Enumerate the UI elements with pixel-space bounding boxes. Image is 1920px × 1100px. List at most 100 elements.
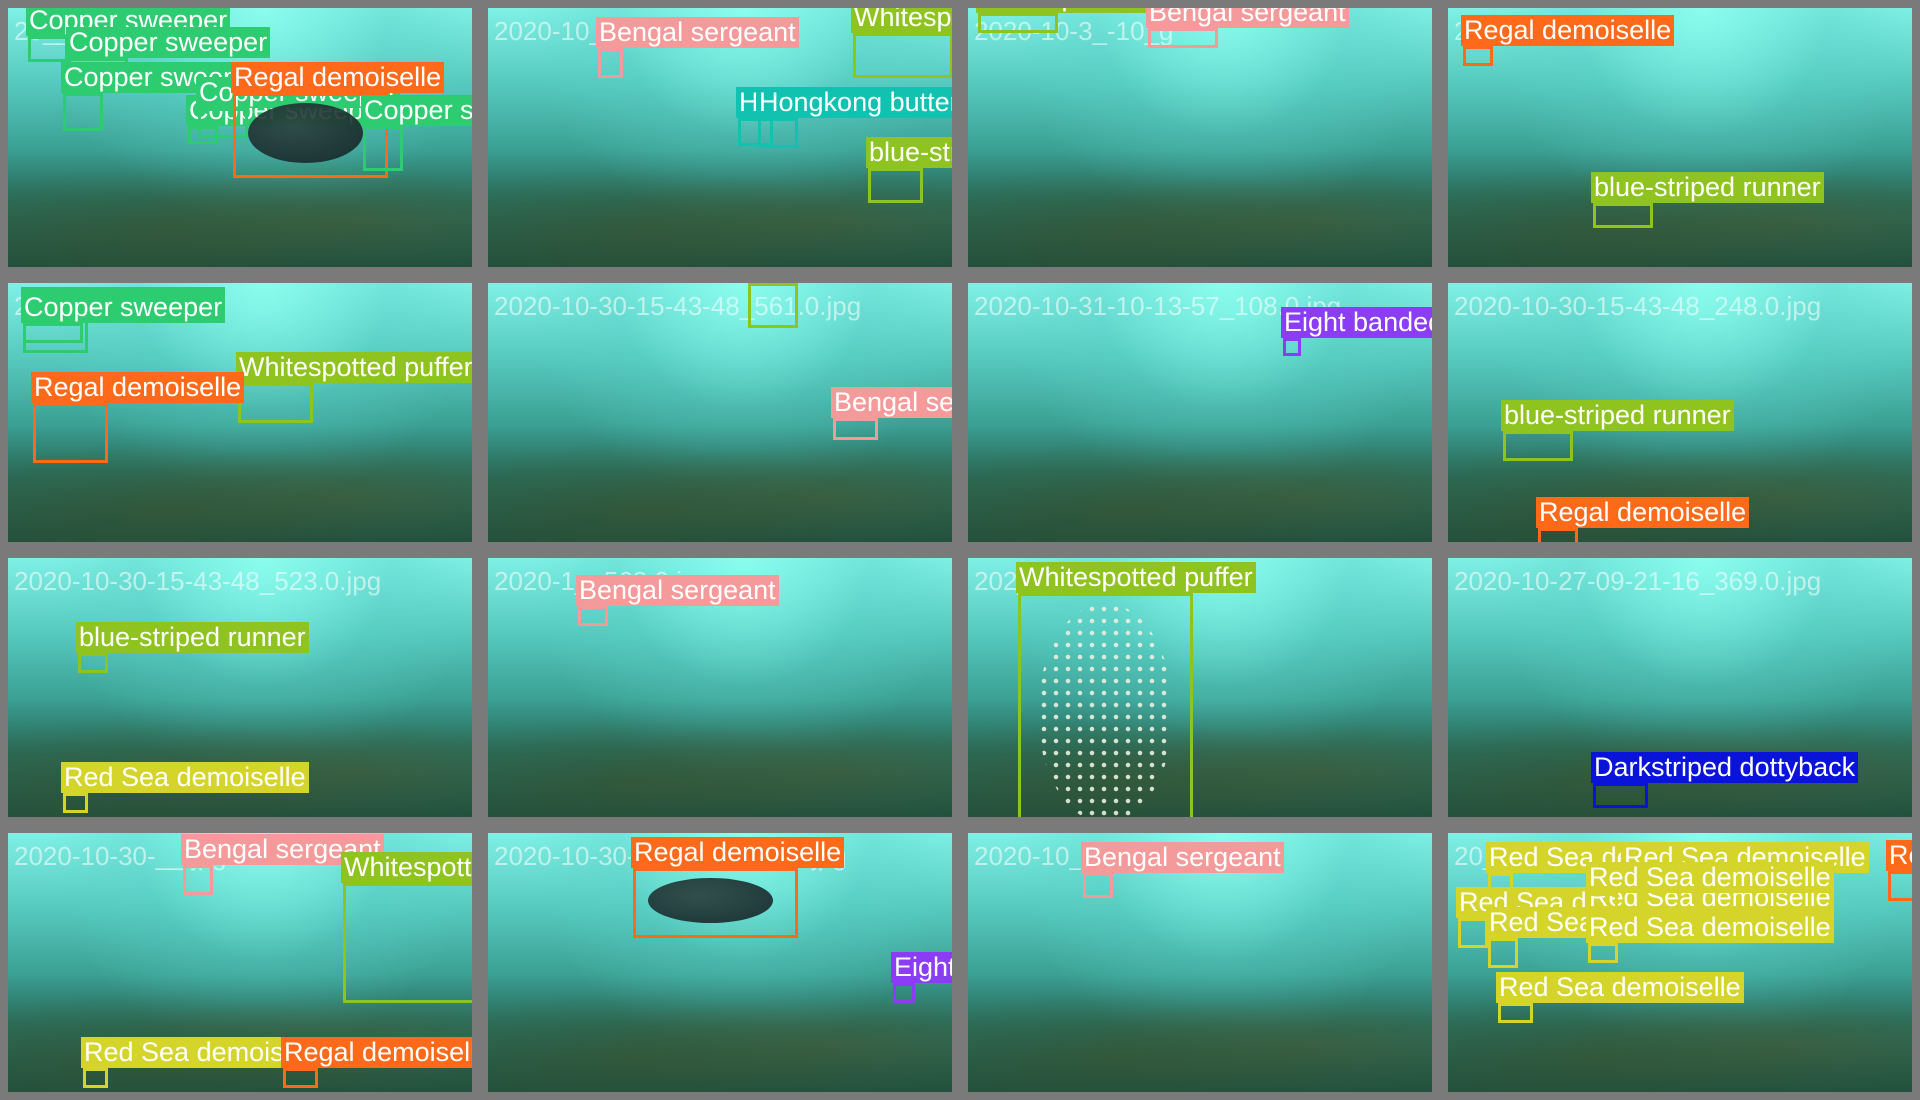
- bounding-box: [893, 983, 915, 1003]
- bounding-box: [1488, 938, 1518, 968]
- detection: Copper sweeper: [21, 292, 226, 343]
- bounding-box: [1588, 893, 1618, 913]
- detection: blue-striped runner: [1591, 172, 1824, 228]
- reef-background: [968, 150, 1432, 267]
- detection: Regal demoiselle: [31, 372, 245, 463]
- detection-label: Darkstriped dottyback: [1591, 752, 1859, 783]
- detection-label: blue-striped runner: [1501, 400, 1734, 431]
- bounding-box: [63, 793, 88, 813]
- detection: Bengal sergeant: [1081, 842, 1284, 898]
- bounding-box: [78, 653, 108, 673]
- bounding-box: [238, 383, 313, 423]
- bounding-box: [363, 126, 403, 171]
- detection-label: Red Sea demoiselle: [1496, 972, 1744, 1003]
- detection-label: Regal demoiselle: [631, 837, 845, 868]
- detection: Red Sea demoiselle: [1486, 907, 1734, 968]
- detection-label: blue-striped runner: [1591, 172, 1824, 203]
- bounding-box: [758, 118, 798, 148]
- bounding-box: [23, 323, 83, 343]
- bounding-box: [1888, 871, 1912, 901]
- detection: Red Sea demoiselle: [81, 1037, 329, 1088]
- detection: Regal demoiselle: [1886, 840, 1912, 901]
- image-filename: 2020-10-30-15-43-48_248.0.jpg: [1454, 291, 1822, 321]
- detection-label: Copper sweeper: [361, 95, 472, 126]
- detection: Regal demoiselle: [281, 1037, 472, 1088]
- detection: Whitespotted puffer: [341, 852, 472, 1003]
- bounding-box: [1458, 918, 1488, 948]
- detection-label: Copper sweeper: [21, 292, 226, 323]
- image-tile: 2020-10__8.0.jpg Bengal sergeant: [960, 825, 1440, 1100]
- image-tile: 2020-10-3_-10_gWhitespotted pufferBengal…: [960, 0, 1440, 275]
- detection: Whitespotted puffer: [1016, 562, 1256, 817]
- bounding-box: [868, 168, 923, 203]
- detection-label: Bengal sergeant: [831, 387, 952, 418]
- detection: Whitespotted puffer: [748, 283, 798, 328]
- detection-label: Copper sweeper: [66, 27, 271, 58]
- image-filename: 2020-10-27-09-21-16_369.0.jpg: [1454, 566, 1822, 596]
- detection-label: Hongkong butterflyfish: [756, 87, 952, 118]
- reef-background: [1448, 150, 1912, 267]
- bounding-box: [1083, 873, 1113, 898]
- detection-label: Whitespotted puffer: [236, 352, 472, 383]
- detection: blue-striped runner: [866, 137, 952, 203]
- detection: Regal demoiselle: [631, 837, 845, 938]
- detection: blue-striped runner: [1501, 400, 1734, 461]
- fish-shape: [248, 103, 363, 163]
- image-tile: 2020-10-30-__.jpg Bengal sergeant Whitespo…: [0, 825, 480, 1100]
- detection: Copper sweeper: [361, 95, 472, 171]
- detection-label: Regal demoiselle: [281, 1037, 472, 1068]
- detection: Whitespotted puffer: [851, 8, 952, 78]
- detection: Whitespotted puffer: [236, 352, 472, 423]
- detection-label: Whitespotted puffer: [1016, 562, 1256, 593]
- detection: Copper sweeper: [61, 62, 266, 131]
- detection-label: Whitespotted puffer: [746, 275, 960, 283]
- image-tile: 202__04.0.jpgWhitespotted puffer: [960, 550, 1440, 825]
- image-tile: 2020-10-30-15-43-48_561.0.jpgWhitespotte…: [480, 275, 960, 550]
- image-tile: 2020-10-30-15-43-48_523.0.jpg blue-stripe…: [0, 550, 480, 825]
- image-tile: 2020-10-30-15-43-48_248.0.jpg blue-stripe…: [1440, 275, 1920, 550]
- detection-label: Eight banded butterflyfish: [1281, 307, 1432, 338]
- reef-background: [968, 425, 1432, 542]
- bounding-box: [1463, 46, 1493, 66]
- detection: Darkstriped dottyback: [1591, 752, 1859, 808]
- detection: Eight banded butterflyfish: [1281, 307, 1432, 356]
- bounding-box: [83, 1068, 108, 1088]
- bounding-box: [1538, 528, 1578, 542]
- detection-label: Regal demoiselle: [1536, 497, 1750, 528]
- bounding-box: [283, 1068, 318, 1088]
- bounding-box: [33, 403, 108, 463]
- detection: Red Sea demoiselle: [1496, 972, 1744, 1023]
- image-tile: 2020-10-31-10-13-57_108.0.jpg Eight bande…: [960, 275, 1440, 550]
- detection: Bengal sergeant: [831, 387, 952, 440]
- detection: Regal demoiselle: [1461, 15, 1675, 66]
- detection-label: Red Sea demoiselle: [61, 762, 309, 793]
- detection-label: Bengal sergeant: [576, 575, 779, 606]
- bounding-box: [28, 36, 68, 62]
- detection-label: Bengal sergeant: [596, 17, 799, 48]
- bounding-box: [1593, 203, 1653, 228]
- reef-background: [488, 700, 952, 817]
- bounding-box: [578, 606, 608, 626]
- detection-label: Red Sea demoiselle: [1586, 912, 1834, 943]
- image-tile: 20__16.0.jpgCopper sweeperCopper sweeper…: [0, 0, 480, 275]
- bounding-box: [833, 418, 878, 440]
- image-tile: 20__ Red Sea demoiselle Red Sea demoiselle…: [1440, 825, 1920, 1100]
- bounding-box: [1498, 1003, 1533, 1023]
- image-tile: 2020-1__568.0.jpgBengal sergeant: [480, 550, 960, 825]
- detection: Eight banded butterflyfish: [891, 952, 952, 1003]
- bounding-box: [63, 93, 103, 131]
- reef-background: [968, 975, 1432, 1092]
- bounding-box: [598, 48, 623, 78]
- bounding-box: [1503, 431, 1573, 461]
- reef-background: [488, 425, 952, 542]
- image-tile: 2__48_30.0.jpgRegal demoiselleblue-strip…: [1440, 0, 1920, 275]
- detection: Red Sea demoiselle: [1586, 912, 1834, 963]
- image-tile: 2__8_521.0.jpgCopper sweeperCopper sweep…: [0, 275, 480, 550]
- detection-label: Whitespotted puffer: [851, 8, 952, 33]
- image-tile: 2020-10-30-15-43-48_10.0.jpgRegal demois…: [480, 825, 960, 1100]
- detection: Copper sweeper: [26, 8, 231, 62]
- bounding-box: [853, 33, 952, 78]
- detection: Red Sea demoiselle: [61, 762, 309, 813]
- detection: Bengal sergeant: [1146, 8, 1349, 48]
- bounding-box: [1148, 28, 1218, 48]
